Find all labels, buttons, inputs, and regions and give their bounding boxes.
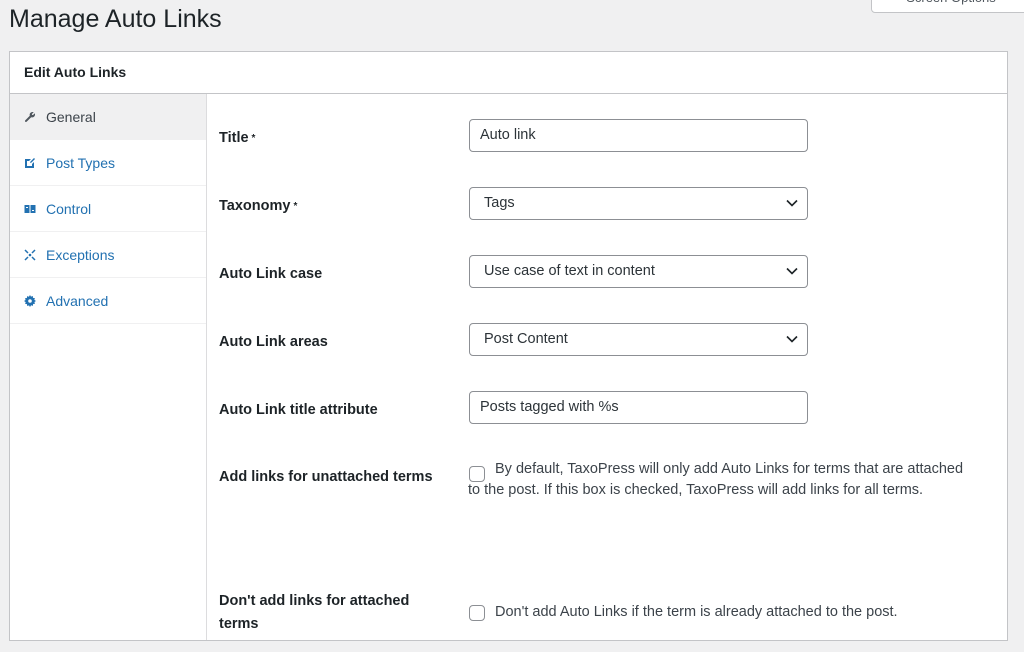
post-icon	[24, 157, 36, 169]
tab-post-types[interactable]: Post Types	[10, 140, 206, 186]
tab-post-types-label: Post Types	[46, 154, 116, 171]
gear-icon	[24, 294, 36, 307]
areas-label: Auto Link areas	[219, 334, 328, 350]
page-title: Manage Auto Links	[9, 5, 222, 33]
case-select[interactable]: Use case of text in content	[469, 255, 808, 288]
areas-select[interactable]: Post Content	[469, 323, 808, 356]
tab-exceptions[interactable]: Exceptions	[10, 232, 206, 278]
attached-description: Don't add Auto Links if the term is alre…	[495, 604, 898, 620]
title-attribute-input[interactable]: Posts tagged with %s	[469, 391, 808, 424]
tab-general[interactable]: General	[10, 94, 206, 140]
unattached-description: By default, TaxoPress will only add Auto…	[468, 461, 964, 498]
tab-control-label: Control	[46, 200, 92, 217]
case-label: Auto Link case	[219, 266, 323, 282]
edit-auto-links-panel: Edit Auto Links General Post Types Contr…	[9, 51, 1008, 641]
control-icon	[24, 203, 36, 215]
unattached-label: Add links for unattached terms	[219, 469, 433, 485]
taxonomy-select[interactable]: Tags	[469, 187, 808, 220]
screen-options-button[interactable]: Screen Options	[871, 0, 1024, 13]
exceptions-icon	[24, 248, 36, 261]
chevron-down-icon	[786, 267, 798, 275]
title-attribute-label: Auto Link title attribute	[219, 402, 378, 418]
taxonomy-label: Taxonomy *	[219, 198, 298, 214]
required-marker: *	[251, 133, 256, 144]
required-marker: *	[293, 201, 298, 212]
attached-label: Don't add links for attached terms	[219, 593, 410, 632]
tab-exceptions-label: Exceptions	[46, 246, 115, 263]
title-input[interactable]: Auto link	[469, 119, 808, 152]
tab-advanced-label: Advanced	[46, 292, 109, 309]
chevron-down-icon	[786, 335, 798, 343]
tab-control[interactable]: Control	[10, 186, 206, 232]
title-label: Title *	[219, 130, 256, 146]
tab-advanced[interactable]: Advanced	[10, 278, 206, 324]
tab-general-label: General	[46, 108, 96, 125]
panel-title: Edit Auto Links	[10, 52, 1007, 94]
chevron-down-icon	[786, 199, 798, 207]
settings-tabs: General Post Types Control Exceptions Ad…	[10, 94, 207, 640]
wrench-icon	[24, 111, 36, 123]
